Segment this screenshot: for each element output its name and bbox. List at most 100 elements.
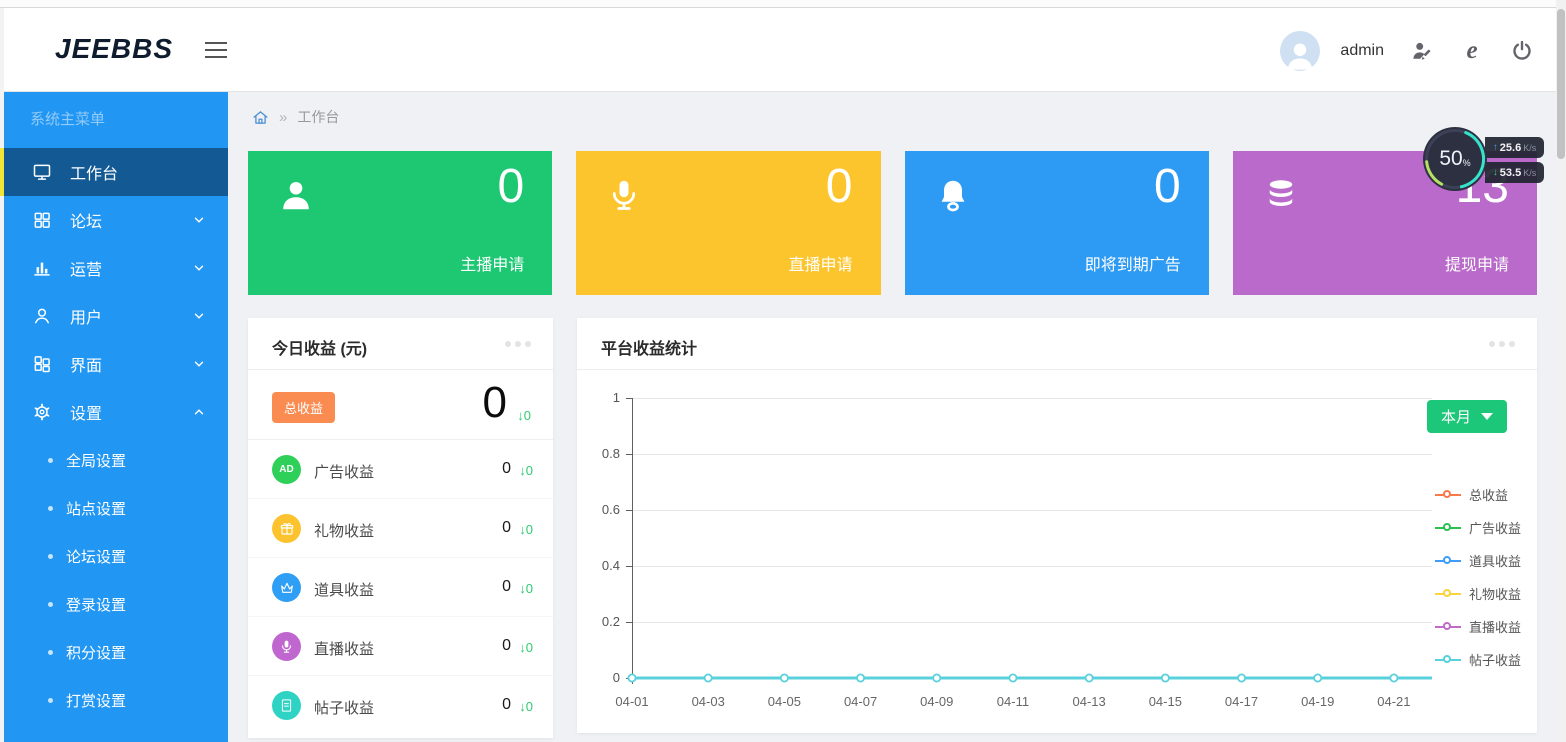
breadcrumb-current[interactable]: 工作台 (297, 107, 339, 127)
performance-ring[interactable]: 50% (1422, 126, 1488, 192)
stat-card-value: 0 (498, 159, 525, 214)
earnings-delta: ↓0 (519, 581, 533, 596)
sidebar-subitem-site-settings[interactable]: 站点设置 (4, 484, 228, 532)
sidebar-item-users[interactable]: 用户 (4, 292, 228, 340)
legend-item[interactable]: 礼物收益 (1435, 577, 1521, 610)
earnings-row-post: 帖子收益 0 ↓0 (248, 676, 553, 735)
x-axis-label: 04-11 (981, 694, 1045, 709)
earnings-delta: ↓0 (519, 699, 533, 714)
upload-speed-pill: ↑ 25.6 K/s (1485, 137, 1544, 158)
earnings-label: 直播收益 (314, 638, 374, 659)
sidebar-section-label: 系统主菜单 (4, 92, 228, 148)
period-dropdown-button[interactable]: 本月 (1427, 400, 1507, 433)
speed-unit: K/s (1523, 143, 1536, 153)
sidebar-subitem-label: 打赏设置 (66, 690, 126, 711)
hamburger-icon[interactable] (205, 37, 229, 61)
data-point-marker (1314, 674, 1321, 681)
sidebar-subitem-label: 积分设置 (66, 642, 126, 663)
post-doc-icon (272, 691, 301, 720)
legend-label: 礼物收益 (1469, 584, 1521, 603)
legend-item[interactable]: 帖子收益 (1435, 643, 1521, 676)
earnings-label: 帖子收益 (314, 697, 374, 718)
up-arrow-icon: ↑ (1493, 142, 1498, 153)
gear-icon (32, 402, 52, 422)
sidebar-subitem-label: 论坛设置 (66, 546, 126, 567)
username[interactable]: admin (1340, 42, 1384, 60)
earnings-row-gift: 礼物收益 0 ↓0 (248, 499, 553, 558)
home-icon[interactable] (252, 109, 269, 126)
bullet-icon (48, 458, 53, 463)
download-speed-pill: ↓ 53.5 K/s (1485, 162, 1544, 183)
sidebar-item-label: 论坛 (70, 208, 102, 232)
y-axis-label: 0.6 (574, 502, 620, 517)
legend-marker-icon (1435, 589, 1461, 599)
total-badge: 总收益 (272, 392, 335, 423)
down-arrow-icon: ↓ (1493, 167, 1498, 178)
period-label: 本月 (1441, 406, 1471, 427)
user-edit-icon[interactable] (1410, 39, 1434, 63)
panel-menu-icon[interactable] (505, 341, 531, 347)
database-icon (1263, 177, 1299, 213)
data-point-marker (1390, 674, 1397, 681)
network-speed-overlay[interactable]: ↑ 25.6 K/s ↓ 53.5 K/s 50% (1422, 126, 1488, 192)
sidebar-subitem-points-settings[interactable]: 积分设置 (4, 628, 228, 676)
avatar[interactable] (1280, 31, 1320, 71)
network-speed-pills: ↑ 25.6 K/s ↓ 53.5 K/s (1485, 137, 1544, 183)
app-logo[interactable]: JEEBBS (55, 33, 173, 65)
panel-title: 今日收益 (元) (272, 335, 367, 359)
sidebar-item-interface[interactable]: 界面 (4, 340, 228, 388)
chart-body: 00.20.40.60.8104-0104-0304-0504-0704-090… (577, 370, 1537, 733)
stat-card-anchor-apply[interactable]: 0 主播申请 (248, 151, 552, 295)
sidebar-subitem-forum-settings[interactable]: 论坛设置 (4, 532, 228, 580)
user-silhouette-icon (1283, 37, 1317, 71)
x-axis-label: 04-15 (1133, 694, 1197, 709)
legend-label: 总收益 (1469, 485, 1508, 504)
x-axis-label: 04-17 (1210, 694, 1274, 709)
sidebar: 系统主菜单 工作台 论坛 运营 用户 界面 (4, 92, 228, 742)
legend-item[interactable]: 直播收益 (1435, 610, 1521, 643)
panel-menu-icon[interactable] (1489, 341, 1515, 347)
data-point-marker (933, 674, 940, 681)
bullet-icon (48, 554, 53, 559)
ie-browser-icon[interactable]: e (1460, 39, 1484, 63)
legend-item[interactable]: 道具收益 (1435, 544, 1521, 577)
sidebar-subitem-login-settings[interactable]: 登录设置 (4, 580, 228, 628)
data-point-marker (628, 674, 635, 681)
user-icon (278, 177, 314, 213)
page-scrollbar[interactable] (1556, 0, 1566, 742)
sidebar-item-forum[interactable]: 论坛 (4, 196, 228, 244)
x-axis-label: 04-19 (1286, 694, 1350, 709)
scrollbar-thumb[interactable] (1557, 9, 1565, 159)
forum-grid-icon (32, 210, 52, 230)
sidebar-subitem-reward-settings[interactable]: 打赏设置 (4, 676, 228, 724)
sidebar-item-workbench[interactable]: 工作台 (4, 148, 228, 196)
sidebar-subitem-global-settings[interactable]: 全局设置 (4, 436, 228, 484)
earnings-value: 0 (502, 460, 511, 478)
app-header: JEEBBS admin e (4, 9, 1556, 92)
stat-card-label: 提现申请 (1445, 251, 1509, 275)
stat-card-live-apply[interactable]: 0 直播申请 (576, 151, 880, 295)
sidebar-item-operations[interactable]: 运营 (4, 244, 228, 292)
y-axis-label: 0.4 (574, 558, 620, 573)
legend-item[interactable]: 广告收益 (1435, 511, 1521, 544)
breadcrumb-separator: » (279, 109, 287, 126)
power-icon[interactable] (1510, 39, 1534, 63)
chart-series-svg (632, 398, 1432, 684)
chevron-up-icon (192, 405, 206, 419)
data-point-marker (1009, 674, 1016, 681)
panel-header: 平台收益统计 (577, 318, 1537, 370)
legend-marker-icon (1435, 523, 1461, 533)
sidebar-item-label: 用户 (70, 304, 102, 328)
bar-chart-icon (32, 258, 52, 278)
legend-item[interactable]: 总收益 (1435, 478, 1521, 511)
sidebar-subitem-label: 登录设置 (66, 594, 126, 615)
earnings-delta: ↓0 (519, 522, 533, 537)
x-axis-label: 04-03 (676, 694, 740, 709)
sidebar-item-settings[interactable]: 设置 (4, 388, 228, 436)
x-axis-label: 04-01 (600, 694, 664, 709)
chevron-down-icon (192, 261, 206, 275)
x-axis-label: 04-09 (905, 694, 969, 709)
legend-label: 直播收益 (1469, 617, 1521, 636)
sidebar-subitem-label: 全局设置 (66, 450, 126, 471)
stat-card-expiring-ads[interactable]: 0 即将到期广告 (905, 151, 1209, 295)
